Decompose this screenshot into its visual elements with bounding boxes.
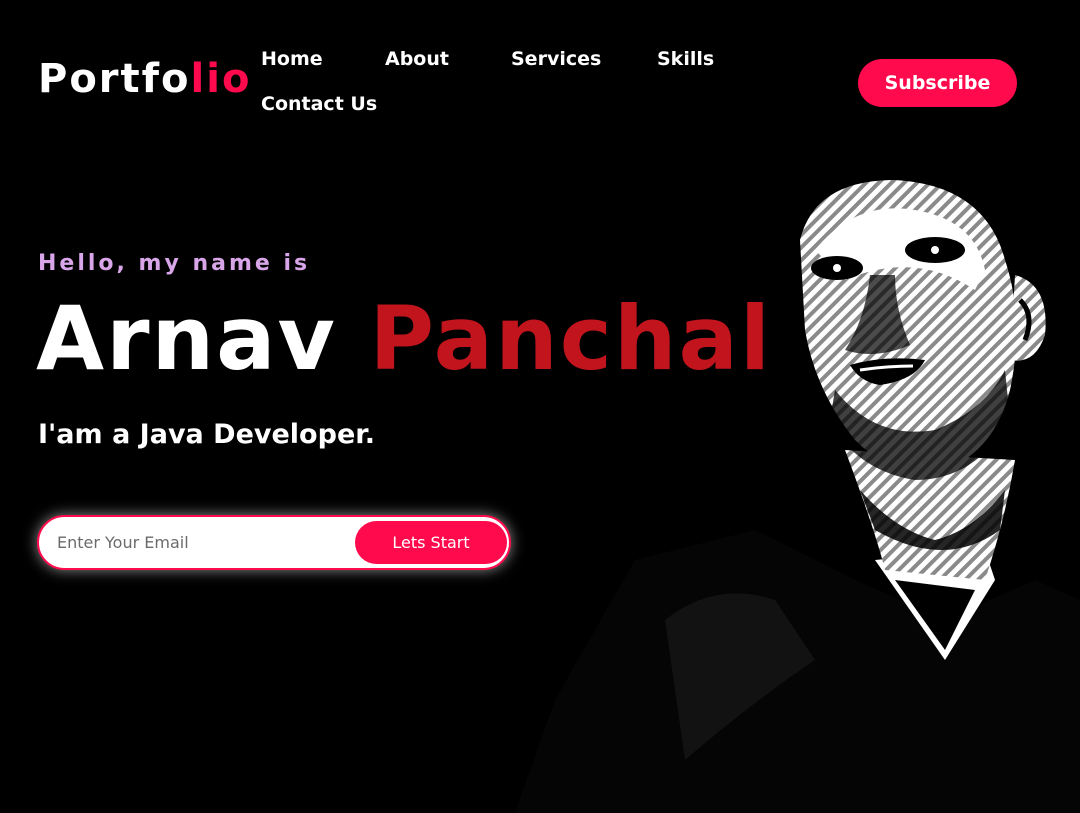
nav-link-about[interactable]: About xyxy=(385,47,449,71)
last-name: Panchal xyxy=(369,287,773,390)
logo[interactable]: Portfolio xyxy=(38,54,251,104)
lets-start-button[interactable]: Lets Start xyxy=(355,521,507,564)
nav-link-skills[interactable]: Skills xyxy=(657,47,714,71)
hero-name: Arnav Panchal xyxy=(36,289,772,389)
logo-main-text: Portfo xyxy=(38,56,191,102)
subscribe-button[interactable]: Subscribe xyxy=(858,59,1017,107)
role-tagline: I'am a Java Developer. xyxy=(38,419,375,450)
first-name: Arnav xyxy=(36,287,337,390)
email-signup-form: Lets Start xyxy=(37,515,511,570)
logo-accent-text: lio xyxy=(190,56,252,102)
nav-link-services[interactable]: Services xyxy=(511,47,601,71)
nav-link-contact-us[interactable]: Contact Us xyxy=(261,92,377,116)
email-input[interactable] xyxy=(57,527,347,558)
profile-portrait-image xyxy=(515,60,1080,813)
greeting-text: Hello, my name is xyxy=(38,251,311,276)
nav-link-home[interactable]: Home xyxy=(261,47,323,71)
portfolio-page: Portfolio Home About Services Skills Con… xyxy=(0,0,1080,813)
